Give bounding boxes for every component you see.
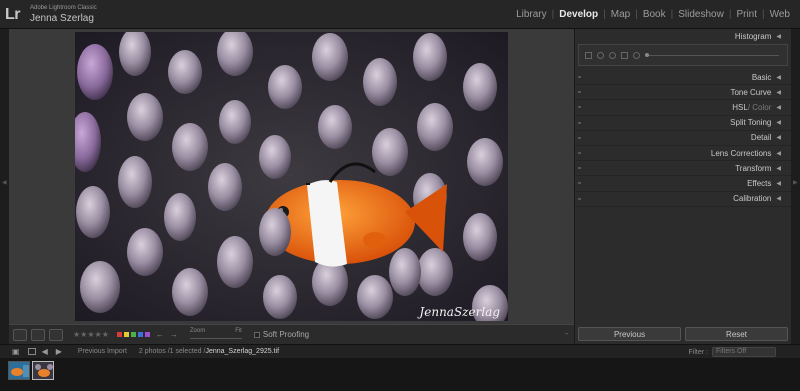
selected-filename: Jenna_Szerlag_2925.tif (205, 348, 280, 355)
right-panel-toggle[interactable]: ▶ (791, 29, 800, 344)
section-tone-curve[interactable]: Tone Curve ◀ (575, 85, 791, 101)
left-arrow-icon: ◀ (2, 180, 7, 186)
section-split-toning[interactable]: Split Toning ◀ (575, 116, 791, 131)
left-panel-toggle[interactable]: ◀ (0, 29, 9, 344)
soft-proofing-checkbox[interactable] (253, 331, 260, 338)
thumbnail-1[interactable] (8, 361, 30, 380)
color-labels (116, 332, 150, 337)
loupe-view-button[interactable] (13, 328, 27, 341)
before-after-button[interactable] (31, 328, 45, 341)
right-arrow-icon: ▶ (793, 180, 798, 186)
thumbnail-1-image (9, 362, 29, 379)
histogram-title: Histogram (734, 32, 772, 41)
develop-right-panel: Histogram ◀ Basic ◀ Tone Curve ◀ HSL / Col… (574, 29, 791, 344)
color-label-blue[interactable] (137, 332, 143, 337)
back-arrow-icon[interactable]: ◀ (42, 347, 48, 356)
previous-button[interactable]: Previous (578, 327, 681, 341)
top-bar: Lr Adobe Lightroom Classic Jenna Szerlag… (0, 0, 800, 29)
zoom-slider[interactable]: Zoom Fit (189, 327, 242, 342)
color-label-purple[interactable] (144, 332, 150, 337)
section-hsl[interactable]: HSL / Color ◀ (575, 100, 791, 116)
crop-icon[interactable] (585, 51, 592, 59)
second-window-icon[interactable]: ▣ (12, 347, 20, 356)
previous-photo-icon[interactable]: ← (156, 330, 164, 339)
reset-button[interactable]: Reset (685, 327, 788, 341)
spot-removal-icon[interactable] (597, 51, 604, 59)
filter-label: Filter : (688, 348, 708, 356)
before-after-swap-button[interactable] (49, 328, 63, 341)
photographer-signature: JennaSzerlag (419, 305, 500, 319)
section-detail[interactable]: Detail ◀ (575, 131, 791, 146)
lightroom-logo: Lr (5, 6, 21, 23)
module-book[interactable]: Book (641, 9, 668, 20)
color-label-yellow[interactable] (123, 332, 129, 337)
module-library[interactable]: Library (514, 9, 549, 20)
collapse-triangle-icon: ◀ (776, 34, 781, 40)
clownfish-photo (75, 32, 508, 321)
forward-arrow-icon[interactable]: ▶ (56, 347, 62, 356)
section-effects[interactable]: Effects ◀ (575, 176, 791, 192)
section-basic[interactable]: Basic ◀ (575, 70, 791, 86)
module-slideshow[interactable]: Slideshow (676, 9, 726, 20)
brush-slider[interactable] (645, 52, 779, 57)
app-name: Adobe Lightroom Classic (30, 5, 97, 11)
soft-proofing-toggle[interactable]: Soft Proofing (253, 330, 310, 339)
develop-toolbar: ★★★★★ ← → Zoom Fit Soft Proofing - (9, 324, 574, 344)
histogram-header[interactable]: Histogram ◀ (575, 29, 791, 44)
zoom-label: Zoom (189, 327, 206, 334)
module-web[interactable]: Web (768, 9, 792, 20)
grid-view-icon[interactable] (27, 348, 36, 355)
zoom-fit-label: Fit (235, 327, 242, 334)
section-calibration[interactable]: Calibration ◀ (575, 192, 791, 207)
filmstrip-bar: ▣ ◀ ▶ Previous Import 2 photos /1 select… (0, 344, 800, 358)
thumbnail-2-selected[interactable] (32, 361, 54, 380)
section-lens-corrections[interactable]: Lens Corrections ◀ (575, 146, 791, 162)
photo-count: 2 photos /1 selected / (138, 348, 206, 355)
filmstrip-source[interactable]: Previous Import (78, 348, 127, 355)
module-develop[interactable]: Develop (557, 9, 600, 20)
tool-strip (578, 44, 788, 66)
image-stage: JennaSzerlag (9, 29, 574, 324)
panel-buttons: Previous Reset (578, 327, 788, 341)
toolbar-menu-icon[interactable]: - (565, 329, 568, 338)
filter-dropdown[interactable]: Filters Off (712, 347, 776, 357)
next-photo-icon[interactable]: → (170, 330, 178, 339)
section-transform[interactable]: Transform ◀ (575, 161, 791, 177)
star-rating[interactable]: ★★★★★ (73, 330, 109, 339)
module-print[interactable]: Print (734, 9, 759, 20)
graduated-filter-icon[interactable] (621, 51, 628, 59)
soft-proofing-label: Soft Proofing (262, 330, 310, 339)
filter-control: Filter : Filters Off (689, 347, 776, 357)
photo-preview[interactable]: JennaSzerlag (75, 32, 508, 321)
thumbnail-2-image (33, 362, 53, 379)
radial-filter-icon[interactable] (633, 51, 640, 59)
color-label-red[interactable] (116, 332, 122, 337)
module-picker: Library | Develop | Map | Book | Slideshow | … (514, 9, 792, 20)
color-label-green[interactable] (130, 332, 136, 337)
identity-plate: Jenna Szerlag (30, 13, 94, 24)
module-map[interactable]: Map (609, 9, 632, 20)
filmstrip (0, 358, 800, 391)
panel-sections: Basic ◀ Tone Curve ◀ HSL / Color ◀ Split To… (575, 70, 791, 207)
red-eye-icon[interactable] (609, 51, 616, 59)
